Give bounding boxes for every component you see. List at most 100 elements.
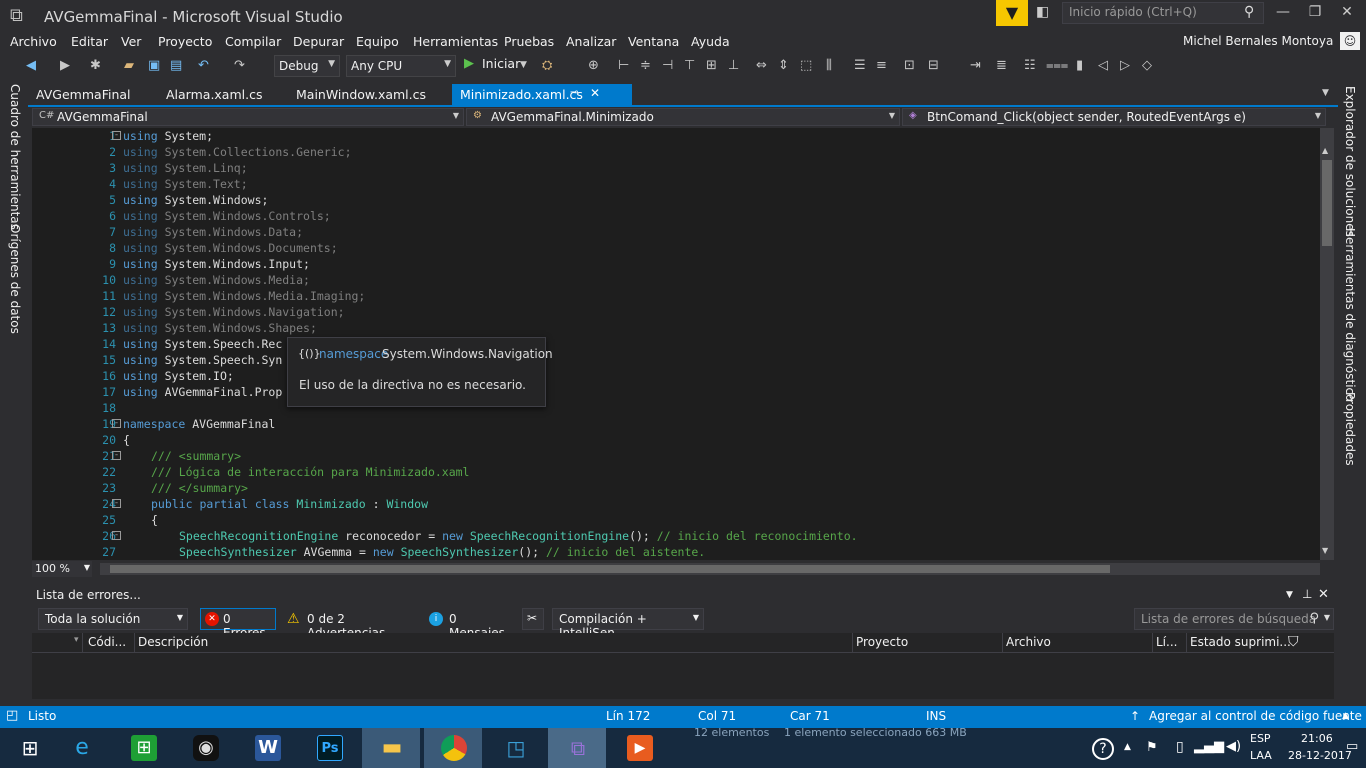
close-panel-icon[interactable]: ✕ — [1318, 587, 1329, 602]
menu-editar[interactable]: Editar — [71, 34, 108, 49]
menu-equipo[interactable]: Equipo — [356, 34, 399, 49]
visual-studio-logo-icon[interactable]: ⧉ — [10, 6, 32, 26]
output-icon[interactable]: ◰ — [6, 708, 18, 723]
flag-icon[interactable]: ⚑ — [1146, 740, 1158, 755]
code-editor[interactable]: 1 2 3 4 5 6 7 8 9 10 11 12 13 14 15 16 1… — [32, 128, 1320, 560]
taskbar-chrome[interactable] — [424, 728, 482, 768]
save-all-icon[interactable]: ▤ — [170, 58, 182, 73]
menu-analizar[interactable]: Analizar — [566, 34, 616, 49]
redo-icon[interactable]: ↷ — [234, 58, 245, 73]
start-button[interactable]: ⊞ — [0, 728, 58, 768]
solution-platform-select[interactable]: Any CPU ▼ — [346, 55, 456, 77]
menu-depurar[interactable]: Depurar — [293, 34, 344, 49]
make-same-size-icon[interactable]: ⬚ — [800, 58, 812, 73]
warnings-filter-button[interactable]: ⚠0 de 2 Advertencias — [282, 608, 416, 640]
center-horizontal-icon[interactable]: ⊡ — [904, 58, 915, 73]
center-vertical-icon[interactable]: ⊟ — [928, 58, 939, 73]
chevron-down-icon[interactable]: ▼ — [1322, 88, 1329, 98]
collapse-region-icon[interactable]: - — [112, 499, 121, 508]
column-line[interactable]: Lí... — [1156, 635, 1177, 649]
wifi-icon[interactable]: ▂▄▆ — [1194, 739, 1224, 754]
build-filter-select[interactable]: Compilación + IntelliSen▼ — [552, 608, 704, 640]
menu-compilar[interactable]: Compilar — [225, 34, 281, 49]
column-description[interactable]: Descripción — [138, 635, 208, 649]
bookmark-icon[interactable]: ▮ — [1076, 58, 1083, 73]
chevron-down-icon[interactable]: ▼ — [1286, 590, 1293, 600]
feedback-icon[interactable]: ◧ — [1036, 4, 1056, 24]
collapse-region-icon[interactable]: - — [112, 451, 121, 460]
diagnostic-tools-tab[interactable]: Herramientas de diagnóstico — [1343, 228, 1357, 401]
user-name[interactable]: Michel Bernales Montoya — [1183, 34, 1333, 48]
scroll-down-icon[interactable]: ▼ — [1322, 546, 1328, 555]
navigate-forward-icon[interactable]: ▶ — [60, 58, 70, 73]
error-scope-select[interactable]: Toda la solución ▼ — [38, 608, 188, 630]
tab-avgemmafinal[interactable]: AVGemmaFinal — [28, 84, 139, 106]
errors-filter-button[interactable]: ✕0 Errores — [200, 608, 276, 640]
align-middle-icon[interactable]: ⊞ — [706, 58, 717, 73]
zoom-select[interactable]: 100 % ▼ — [32, 561, 92, 577]
align-icon[interactable]: ⊕ — [588, 58, 599, 73]
maximize-button[interactable]: ❐ — [1300, 4, 1330, 26]
navigate-back-icon[interactable]: ◀ — [26, 58, 36, 73]
solution-configuration-select[interactable]: Debug ▼ — [274, 55, 340, 77]
spacing-icon[interactable]: ≡ — [876, 58, 887, 73]
menu-archivo[interactable]: Archivo — [10, 34, 57, 49]
taskbar-store[interactable]: ⊞ — [114, 728, 172, 768]
format-icon[interactable]: ⩶ — [1046, 58, 1068, 73]
uncomment-icon[interactable]: ☷ — [1024, 58, 1036, 73]
taskbar-word[interactable]: W — [238, 728, 296, 768]
start-button[interactable]: Iniciar — [482, 56, 520, 71]
column-code[interactable]: Códi... — [88, 635, 126, 649]
toolbox-tab[interactable]: Cuadro de herramientas — [8, 84, 22, 230]
prev-bookmark-icon[interactable]: ◁ — [1098, 58, 1108, 73]
menu-ventana[interactable]: Ventana — [628, 34, 679, 49]
new-project-icon[interactable]: ✱ — [90, 58, 101, 73]
quick-launch-input[interactable]: Inicio rápido (Ctrl+Q) — [1062, 2, 1264, 24]
data-sources-tab[interactable]: Orígenes de datos — [8, 224, 22, 334]
collapse-region-icon[interactable]: - — [112, 131, 121, 140]
collapse-region-icon[interactable]: - — [112, 531, 121, 540]
menu-pruebas[interactable]: Pruebas — [504, 34, 554, 49]
menu-herramientas[interactable]: Herramientas — [413, 34, 498, 49]
align-right-icon[interactable]: ⊣ — [662, 58, 673, 73]
taskbar-internet-explorer[interactable]: e — [52, 728, 110, 768]
vertical-scroll-thumb[interactable] — [1322, 160, 1332, 246]
next-bookmark-icon[interactable]: ▷ — [1120, 58, 1130, 73]
column-suppression-state[interactable]: Estado suprimi... — [1190, 635, 1291, 649]
properties-tab[interactable]: Propiedades — [1343, 392, 1357, 466]
open-file-icon[interactable]: ▰ — [124, 58, 134, 73]
add-to-source-control-button[interactable]: Agregar al control de código fuente — [1149, 709, 1362, 723]
taskbar-media-player[interactable]: ▶ — [610, 728, 668, 768]
notifications-icon[interactable]: ▭ — [1346, 739, 1358, 754]
tab-mainwindow[interactable]: MainWindow.xaml.cs — [288, 84, 434, 106]
taskbar-photoshop[interactable]: Ps — [300, 728, 358, 768]
project-select[interactable]: C# AVGemmaFinal ▼ — [32, 108, 464, 126]
align-left-icon[interactable]: ⊢ — [618, 58, 629, 73]
scroll-up-icon[interactable]: ▲ — [1322, 146, 1328, 155]
chevron-down-icon[interactable]: ▼ — [520, 60, 527, 70]
volume-icon[interactable]: ◀) — [1226, 739, 1241, 754]
taskbar-visual-studio[interactable]: ⧉ — [548, 728, 606, 768]
undo-icon[interactable]: ↶ — [198, 58, 209, 73]
tab-alarma[interactable]: Alarma.xaml.cs — [158, 84, 270, 106]
class-select[interactable]: ⚙ AVGemmaFinal.Minimizado ▼ — [466, 108, 900, 126]
clear-bookmarks-icon[interactable]: ◇ — [1142, 58, 1152, 73]
clock-date[interactable]: 28-12-2017 — [1288, 749, 1352, 762]
close-button[interactable]: ✕ — [1332, 4, 1362, 26]
save-icon[interactable]: ▣ — [148, 58, 160, 73]
clear-filter-icon[interactable]: ✂ — [522, 608, 544, 630]
align-bottom-icon[interactable]: ⊥ — [728, 58, 739, 73]
pin-icon[interactable]: ⊥ — [1302, 587, 1312, 601]
menu-proyecto[interactable]: Proyecto — [158, 34, 212, 49]
help-icon[interactable]: ? — [1092, 738, 1114, 760]
align-top-icon[interactable]: ⊤ — [684, 58, 695, 73]
solution-explorer-tab[interactable]: Explorador de soluciones — [1343, 86, 1357, 237]
notification-filter-icon[interactable]: ▼ — [996, 0, 1028, 26]
pin-icon[interactable]: ⊸ — [570, 87, 578, 98]
filter-icon[interactable]: ⛉ — [1288, 634, 1299, 650]
horizontal-spacing-icon[interactable]: ⫼ — [826, 58, 832, 73]
menu-ver[interactable]: Ver — [121, 34, 141, 49]
column-project[interactable]: Proyecto — [856, 635, 908, 649]
battery-icon[interactable]: ▯ — [1176, 739, 1184, 755]
comment-icon[interactable]: ≣ — [996, 58, 1007, 73]
